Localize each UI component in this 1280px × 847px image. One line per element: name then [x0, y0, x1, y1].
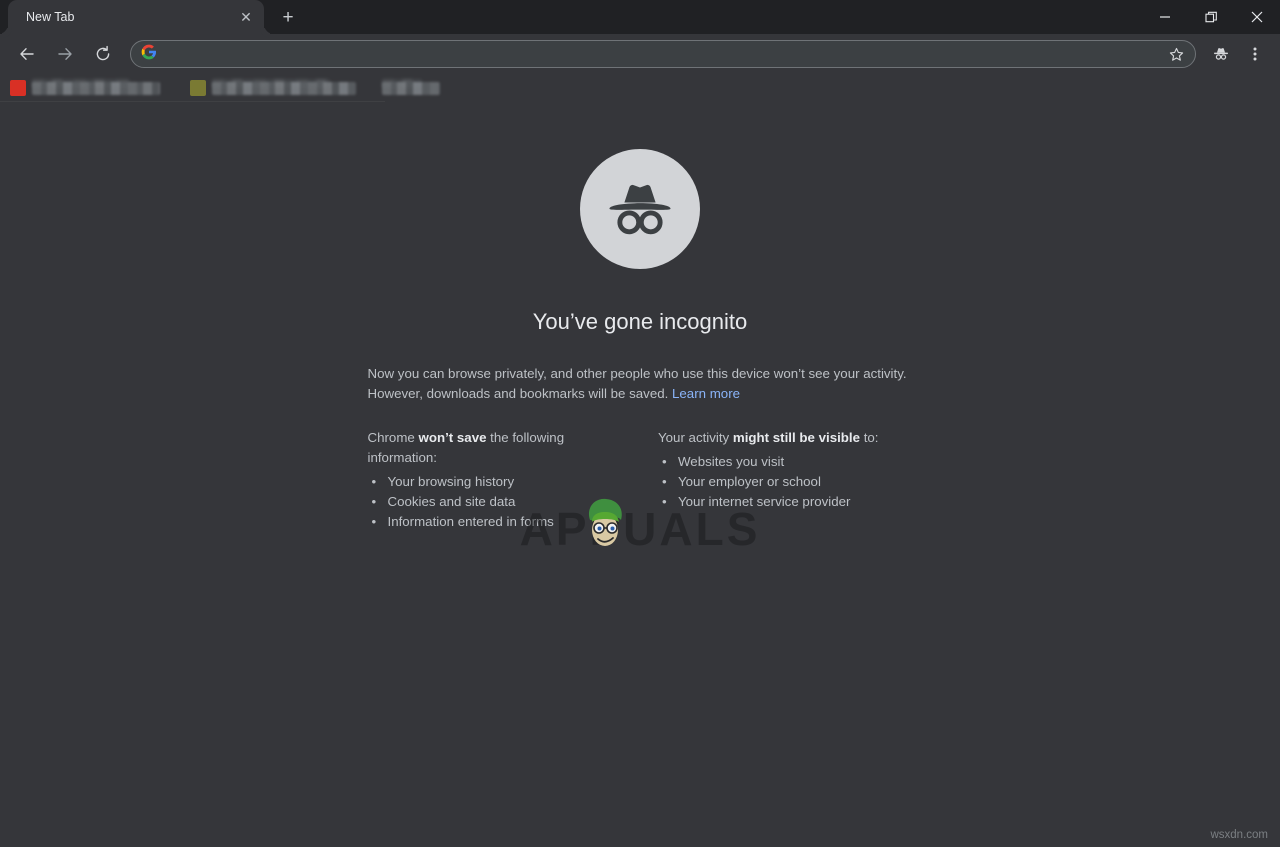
forward-arrow-icon [56, 45, 74, 63]
minimize-button[interactable] [1142, 0, 1188, 34]
star-icon[interactable] [1168, 46, 1185, 63]
address-bar[interactable] [130, 40, 1196, 68]
list-item: Cookies and site data [368, 492, 623, 512]
minimize-icon [1159, 11, 1171, 23]
column-heading-bold: might still be visible [733, 430, 860, 445]
bookmark-label [382, 82, 440, 95]
page-title: You’ve gone incognito [533, 309, 747, 335]
tab-close-icon[interactable]: ✕ [236, 7, 256, 27]
reload-button[interactable] [89, 40, 117, 68]
column-wont-save: Chrome won’t save the following informat… [368, 428, 623, 532]
restore-icon [1205, 11, 1218, 24]
incognito-indicator-icon[interactable] [1207, 40, 1235, 68]
bookmark-item[interactable] [382, 77, 440, 99]
list-item: Your browsing history [368, 472, 623, 492]
column-heading-prefix: Chrome [368, 430, 419, 445]
window-controls [1142, 0, 1280, 34]
bookmark-item[interactable] [10, 77, 160, 99]
bookmark-label [32, 82, 160, 95]
browser-tab-new-tab[interactable]: New Tab ✕ [8, 0, 264, 34]
tab-title: New Tab [26, 10, 236, 24]
bookmark-favicon [10, 80, 26, 96]
browser-toolbar [0, 34, 1280, 74]
close-icon [1251, 11, 1263, 23]
maximize-restore-button[interactable] [1188, 0, 1234, 34]
list-still-visible: Websites you visit Your employer or scho… [658, 452, 913, 512]
column-still-visible: Your activity might still be visible to:… [658, 428, 913, 532]
credit-text: wsxdn.com [1210, 829, 1268, 841]
bookmark-label [212, 82, 356, 95]
bookmark-item[interactable] [190, 77, 356, 99]
google-g-icon [141, 44, 157, 65]
column-heading-prefix: Your activity [658, 430, 733, 445]
list-item: Your employer or school [658, 472, 913, 492]
new-tab-button[interactable]: + [274, 3, 302, 31]
address-input[interactable] [157, 47, 1168, 62]
three-dot-menu-icon[interactable] [1241, 40, 1269, 68]
forward-button[interactable] [51, 40, 79, 68]
back-button[interactable] [13, 40, 41, 68]
column-heading-bold: won’t save [419, 430, 487, 445]
page-description: Now you can browse privately, and other … [368, 364, 913, 404]
back-arrow-icon [18, 45, 36, 63]
list-wont-save: Your browsing history Cookies and site d… [368, 472, 623, 532]
close-window-button[interactable] [1234, 0, 1280, 34]
reload-icon [94, 45, 112, 63]
learn-more-link[interactable]: Learn more [672, 386, 740, 401]
bookmark-favicon [190, 80, 206, 96]
column-heading-suffix: to: [860, 430, 878, 445]
tab-strip: New Tab ✕ + [0, 0, 1280, 34]
incognito-page: You’ve gone incognito Now you can browse… [0, 102, 1280, 847]
list-item: Information entered in forms [368, 512, 623, 532]
bookmarks-bar [0, 74, 1280, 102]
column-heading: Chrome won’t save the following informat… [368, 428, 623, 468]
column-heading: Your activity might still be visible to: [658, 428, 913, 448]
info-columns: Chrome won’t save the following informat… [368, 428, 913, 532]
incognito-hat-glasses-icon [580, 149, 700, 269]
list-item: Your internet service provider [658, 492, 913, 512]
list-item: Websites you visit [658, 452, 913, 472]
page-description-text: Now you can browse privately, and other … [368, 366, 907, 401]
